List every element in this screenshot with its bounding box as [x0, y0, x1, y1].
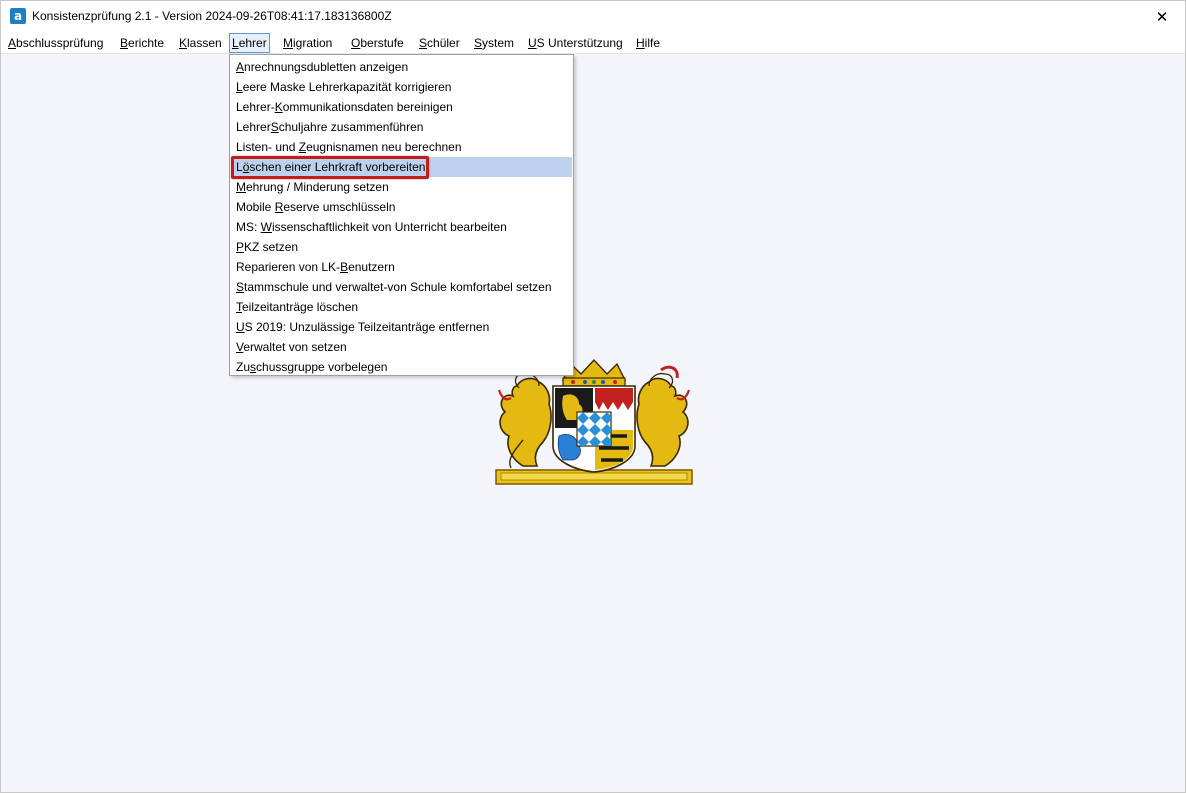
menu-item-lk-benutzer[interactable]: Reparieren von LK-Benutzern [231, 257, 572, 277]
title-bar: a Konsistenzprüfung 2.1 - Version 2024-0… [1, 1, 1185, 32]
menu-item-pkz-setzen[interactable]: PKZ setzen [231, 237, 572, 257]
menu-item-mobile-reserve[interactable]: Mobile Reserve umschlüsseln [231, 197, 572, 217]
menu-migration[interactable]: Migration [280, 33, 335, 53]
menu-item-loeschen-lehrkraft[interactable]: Löschen einer Lehrkraft vorbereiten [231, 157, 572, 177]
window-title: Konsistenzprüfung 2.1 - Version 2024-09-… [32, 9, 392, 23]
menu-item-us2019-teilzeit[interactable]: US 2019: Unzulässige Teilzeitanträge ent… [231, 317, 572, 337]
menu-item-kommunikationsdaten[interactable]: Lehrer-Kommunikationsdaten bereinigen [231, 97, 572, 117]
menu-item-leere-maske[interactable]: Leere Maske Lehrerkapazität korrigieren [231, 77, 572, 97]
menu-us-unterstuetzung[interactable]: US Unterstützung [525, 33, 626, 53]
menu-lehrer[interactable]: Lehrer [229, 33, 270, 53]
menu-bar: Abschlussprüfung Berichte Klassen Lehrer… [1, 32, 1185, 54]
menu-hilfe[interactable]: Hilfe [633, 33, 663, 53]
menu-item-teilzeitantraege-loeschen[interactable]: Teilzeitanträge löschen [231, 297, 572, 317]
menu-item-anrechnungsdubletten[interactable]: Anrechnungsdubletten anzeigen [231, 57, 572, 77]
menu-berichte[interactable]: Berichte [117, 33, 167, 53]
menu-item-zuschussgruppe[interactable]: Zuschussgruppe vorbelegen [231, 357, 572, 377]
menu-system[interactable]: System [471, 33, 517, 53]
close-icon: ✕ [1155, 8, 1169, 26]
close-button[interactable]: ✕ [1139, 1, 1185, 32]
app-icon: a [10, 8, 26, 24]
menu-item-wissenschaftlichkeit[interactable]: MS: Wissenschaftlichkeit von Unterricht … [231, 217, 572, 237]
app-icon-letter: a [13, 9, 23, 23]
menu-item-stammschule[interactable]: Stammschule und verwaltet-von Schule kom… [231, 277, 572, 297]
menu-abschlusspruefung[interactable]: Abschlussprüfung [5, 33, 106, 53]
menu-item-zeugnisnamen[interactable]: Listen- und Zeugnisnamen neu berechnen [231, 137, 572, 157]
lehrer-dropdown-menu: Anrechnungsdubletten anzeigen Leere Mask… [229, 54, 574, 376]
menu-item-schuljahre-zusammenfuehren[interactable]: LehrerSchuljahre zusammenführen [231, 117, 572, 137]
menu-item-verwaltet-von[interactable]: Verwaltet von setzen [231, 337, 572, 357]
menu-schueler[interactable]: Schüler [416, 33, 463, 53]
menu-item-mehrung-minderung[interactable]: Mehrung / Minderung setzen [231, 177, 572, 197]
app-window: a Konsistenzprüfung 2.1 - Version 2024-0… [0, 0, 1186, 793]
menu-klassen[interactable]: Klassen [176, 33, 225, 53]
menu-oberstufe[interactable]: Oberstufe [348, 33, 407, 53]
